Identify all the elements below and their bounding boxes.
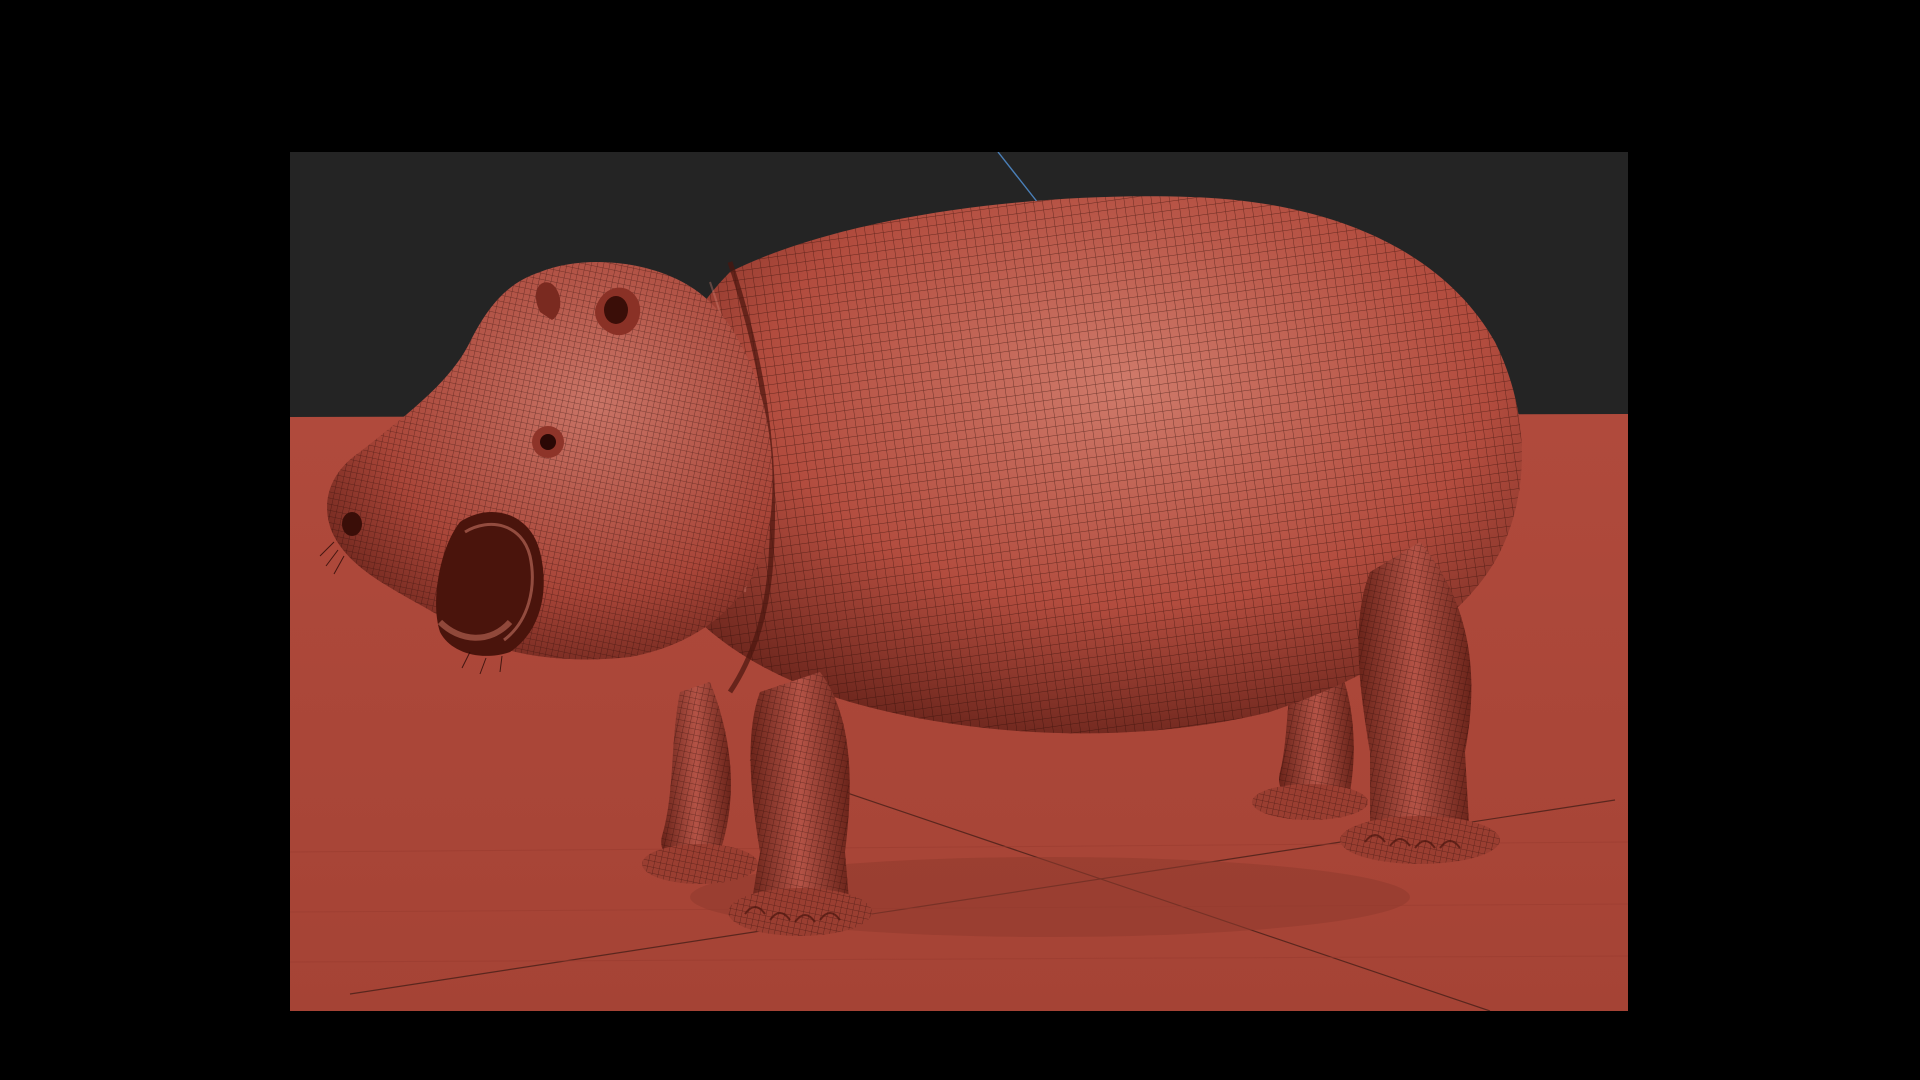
- hippo-nostril: [342, 512, 362, 536]
- 3d-viewport[interactable]: [290, 152, 1628, 1011]
- screenshot-stage: [0, 0, 1920, 1080]
- viewport-canvas: [290, 152, 1628, 1011]
